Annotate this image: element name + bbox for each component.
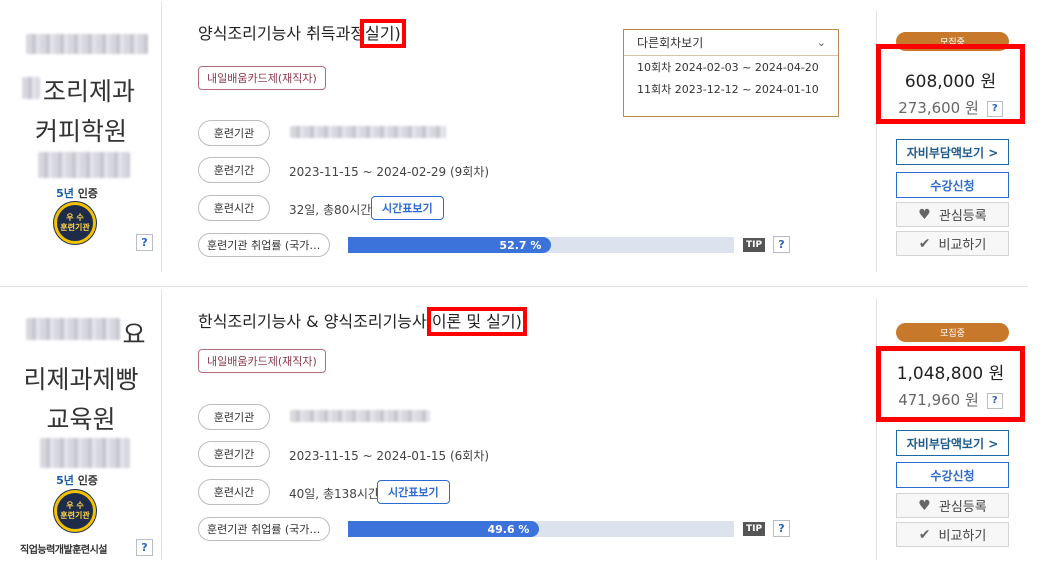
help-icon[interactable]: ? xyxy=(773,236,790,253)
check-icon: ✔ xyxy=(918,235,931,252)
title-highlight: 이론 및 실기) xyxy=(426,307,527,336)
status-badge: 모집중 xyxy=(896,323,1009,342)
heart-icon: ♥ xyxy=(918,206,931,223)
institution-panel: 조리제과 커피학원 5년 인증 우 수 훈련기관 ? xyxy=(0,2,162,272)
compare-button[interactable]: ✔ 비교하기 xyxy=(896,231,1009,256)
blurred-institution-name xyxy=(26,318,120,340)
course-title[interactable]: 양식조리기능사 취득과정실기) xyxy=(198,19,406,48)
course-card-2: 요 리제과제빵 교육원 5년 인증 우 수 훈련기관 직업능력개발훈련시설 ? 한… xyxy=(0,290,1028,572)
hours-label: 훈련시간 xyxy=(198,195,270,221)
certification-label: 5년 인증 xyxy=(56,474,98,487)
institution-name-line0[interactable]: 요 xyxy=(122,315,146,351)
certification-label: 5년 인증 xyxy=(56,187,98,200)
self-pay-view-button[interactable]: 자비부담액보기 > xyxy=(896,430,1009,456)
funding-tag: 내일배움카드제(재직자) xyxy=(198,66,326,90)
self-pay-amount: 273,600 원? xyxy=(881,97,1020,118)
tip-badge[interactable]: TIP xyxy=(743,238,765,252)
wishlist-button[interactable]: ♥ 관심등록 xyxy=(896,493,1009,518)
employment-rate-label[interactable]: 훈련기관 취업률 (국가… xyxy=(198,233,330,257)
help-icon[interactable]: ? xyxy=(986,100,1003,117)
other-rounds-dropdown[interactable]: 다른회차보기 ⌄ 10회차 2024-02-03 ~ 2024-04-20 11… xyxy=(623,29,839,117)
hours-value: 32일, 총80시간 xyxy=(289,203,372,217)
hours-value: 40일, 총138시간 xyxy=(289,487,379,501)
course-price: 1,048,800 원 xyxy=(896,364,1005,384)
card-divider xyxy=(0,286,1028,287)
employment-rate-bar: 49.6 % xyxy=(348,521,734,537)
heart-icon: ♥ xyxy=(918,497,931,514)
help-icon[interactable]: ? xyxy=(986,392,1003,409)
excellent-institution-medal-icon: 우 수 훈련기관 xyxy=(54,490,96,532)
org-label: 훈련기관 xyxy=(198,404,270,430)
self-pay-view-button[interactable]: 자비부담액보기 > xyxy=(896,139,1009,165)
divider xyxy=(876,298,877,560)
institution-name-line1[interactable]: 조리제과 xyxy=(0,72,162,108)
period-value: 2023-11-15 ~ 2024-02-29 (9회차) xyxy=(289,165,490,179)
employment-rate-bar: 52.7 % xyxy=(348,237,734,253)
price-highlight-box: 1,048,800 원 471,960 원? xyxy=(876,346,1025,422)
price-highlight-box: 608,000 원 273,600 원? xyxy=(876,44,1025,124)
employment-rate-label[interactable]: 훈련기관 취업률 (국가… xyxy=(198,517,330,541)
tip-badge[interactable]: TIP xyxy=(743,522,765,536)
timetable-button[interactable]: 시간표보기 xyxy=(371,196,444,220)
timetable-button[interactable]: 시간표보기 xyxy=(377,480,450,504)
round-item[interactable]: 10회차 2024-02-03 ~ 2024-04-20 xyxy=(624,56,838,78)
round-item[interactable]: 11회차 2023-12-12 ~ 2024-01-10 xyxy=(624,78,838,100)
course-title[interactable]: 한식조리기능사 & 양식조리기능사 이론 및 실기) xyxy=(198,307,527,336)
excellent-institution-medal-icon: 우 수 훈련기관 xyxy=(54,202,96,244)
funding-tag: 내일배움카드제(재직자) xyxy=(198,349,326,373)
apply-button[interactable]: 수강신청 xyxy=(896,462,1009,488)
help-icon[interactable]: ? xyxy=(773,520,790,537)
blurred-institution-name xyxy=(26,34,148,54)
blurred-institution-info xyxy=(38,152,130,178)
blurred-institution-info xyxy=(40,438,130,468)
hours-label: 훈련시간 xyxy=(198,479,270,505)
blurred-org-name xyxy=(290,410,430,422)
blurred-org-name xyxy=(290,126,446,138)
institution-name-line2[interactable]: 커피학원 xyxy=(0,112,162,148)
course-card-1: 조리제과 커피학원 5년 인증 우 수 훈련기관 ? 양식조리기능사 취득과정실기… xyxy=(0,2,1028,284)
chevron-down-icon: ⌄ xyxy=(816,36,826,49)
help-icon[interactable]: ? xyxy=(136,539,153,556)
check-icon: ✔ xyxy=(918,526,931,543)
employment-rate-text: 49.6 % xyxy=(487,522,530,536)
period-value: 2023-11-15 ~ 2024-01-15 (6회차) xyxy=(289,449,490,463)
title-highlight: 실기) xyxy=(360,19,406,48)
institution-name-line1[interactable]: 리제과제빵 xyxy=(0,360,162,396)
employment-rate-text: 52.7 % xyxy=(499,238,542,252)
period-label: 훈련기간 xyxy=(198,441,270,467)
wishlist-button[interactable]: ♥ 관심등록 xyxy=(896,202,1009,227)
institution-name-line2[interactable]: 교육원 xyxy=(0,400,162,436)
org-label: 훈련기관 xyxy=(198,120,270,146)
facility-label: 직업능력개발훈련시설 xyxy=(20,545,108,556)
period-label: 훈련기간 xyxy=(198,157,270,183)
apply-button[interactable]: 수강신청 xyxy=(896,172,1009,198)
compare-button[interactable]: ✔ 비교하기 xyxy=(896,522,1009,547)
other-rounds-header[interactable]: 다른회차보기 ⌄ xyxy=(624,30,838,56)
institution-panel: 요 리제과제빵 교육원 5년 인증 우 수 훈련기관 직업능력개발훈련시설 ? xyxy=(0,290,162,560)
self-pay-amount: 471,960 원? xyxy=(881,389,1020,410)
help-icon[interactable]: ? xyxy=(136,234,153,251)
course-price: 608,000 원 xyxy=(904,72,997,92)
